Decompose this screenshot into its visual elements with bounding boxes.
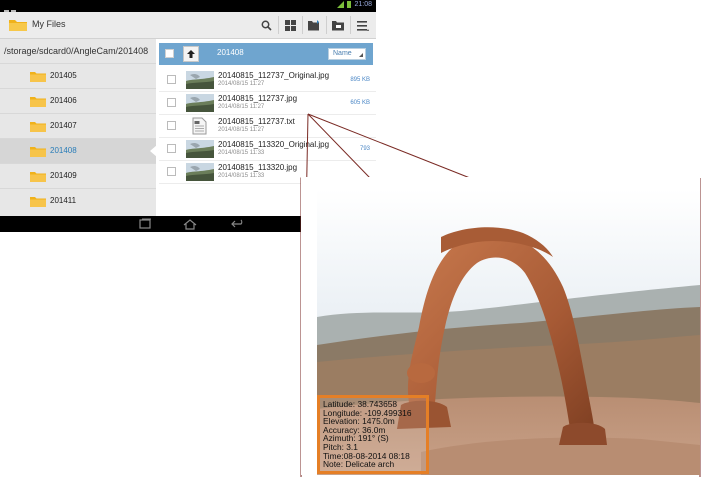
- photo-metadata-overlay: Latitude: 38.743658 Longitude: -109.49931…: [317, 395, 429, 474]
- metadata-line: Note: Delicate arch: [323, 459, 395, 470]
